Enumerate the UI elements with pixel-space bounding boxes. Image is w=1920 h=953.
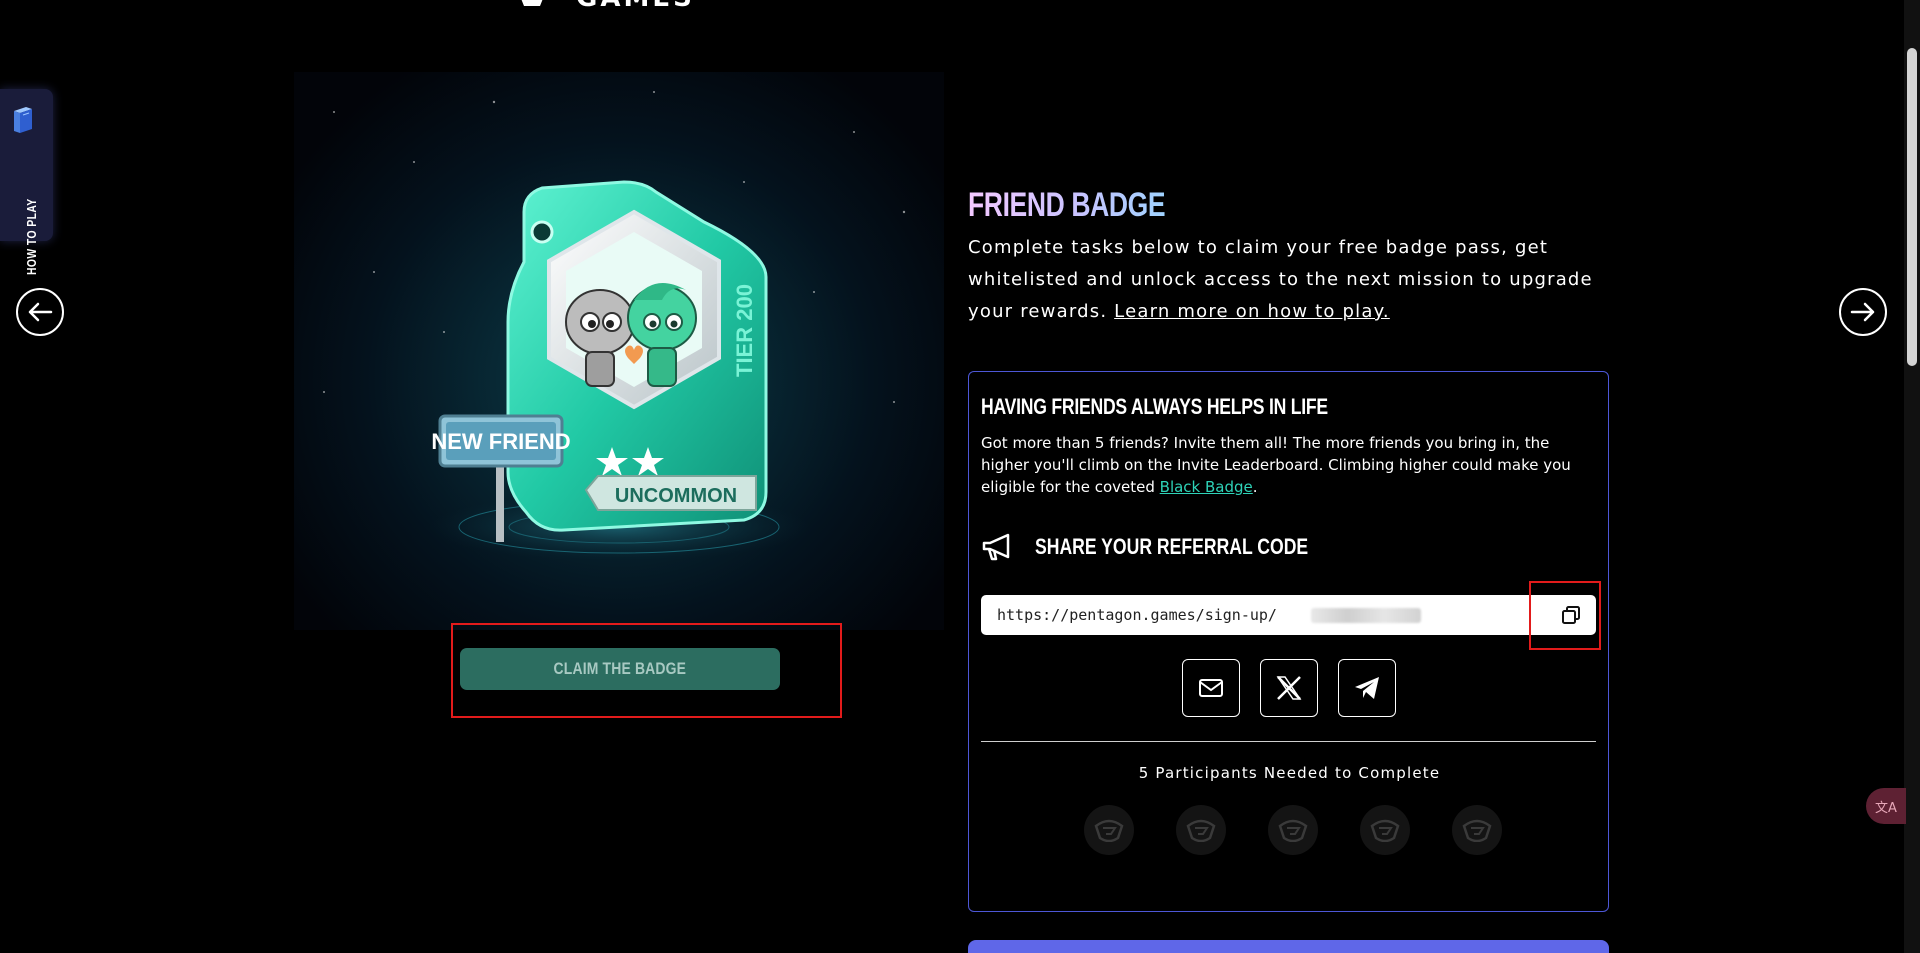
- invite-description: Got more than 5 friends? Invite them all…: [981, 432, 1591, 498]
- how-to-play-label: HOW TO PLAY: [24, 198, 39, 275]
- book-icon: [14, 107, 32, 133]
- invite-description-text: Got more than 5 friends? Invite them all…: [981, 434, 1571, 496]
- badge-title: FRIEND BADGE: [968, 186, 1166, 224]
- share-x-button[interactable]: [1260, 659, 1318, 717]
- redacted-referral-code: [1311, 608, 1421, 623]
- pentagon-logo-icon: [1370, 819, 1400, 842]
- participant-slot: [1268, 805, 1318, 855]
- participant-slot: [1452, 805, 1502, 855]
- learn-more-link[interactable]: Learn more on how to play.: [1114, 301, 1390, 322]
- share-telegram-button[interactable]: [1338, 659, 1396, 717]
- logo-wordmark: GAMES: [576, 0, 695, 13]
- invite-description-end: .: [1252, 478, 1258, 496]
- pentagon-logo-icon: [1462, 819, 1492, 842]
- translate-icon[interactable]: 文A: [1866, 788, 1906, 824]
- pentagon-logo-icon: [1278, 819, 1308, 842]
- referral-link-input[interactable]: [981, 595, 1541, 635]
- email-icon: [1199, 679, 1223, 697]
- badge-artwork: UNCOMMON TIER 200 NEW FRIEND: [294, 72, 944, 630]
- previous-badge-button[interactable]: [16, 288, 64, 336]
- sign-label: NEW FRIEND: [431, 429, 570, 454]
- share-email-button[interactable]: [1182, 659, 1240, 717]
- scrollbar-thumb[interactable]: [1907, 48, 1917, 366]
- rarity-label: UNCOMMON: [615, 485, 737, 507]
- tier-label: TIER 200: [732, 284, 757, 377]
- pentagon-logo-icon: [1094, 819, 1124, 842]
- highlight-copy: [1529, 581, 1601, 650]
- site-logo[interactable]: GAMES: [512, 0, 695, 13]
- participant-slot: [1176, 805, 1226, 855]
- invite-heading: HAVING FRIENDS ALWAYS HELPS IN LIFE: [981, 394, 1328, 419]
- participant-slot: [1360, 805, 1410, 855]
- participant-slots: [1084, 805, 1502, 855]
- referral-field: [981, 595, 1596, 635]
- next-section-bar: [968, 940, 1609, 953]
- claim-badge-label: CLAIM THE BADGE: [553, 659, 687, 678]
- claim-badge-button[interactable]: CLAIM THE BADGE: [460, 648, 780, 690]
- share-referral-header: SHARE YOUR REFERRAL CODE: [981, 532, 1376, 562]
- megaphone-icon: [982, 533, 1010, 561]
- how-to-play-tab[interactable]: HOW TO PLAY: [0, 89, 53, 275]
- divider: [981, 741, 1596, 742]
- logo-mark-icon: [521, 0, 543, 6]
- arrow-left-icon: [28, 302, 53, 322]
- invite-panel: HAVING FRIENDS ALWAYS HELPS IN LIFE Got …: [968, 371, 1609, 912]
- participants-label: 5 Participants Needed to Complete: [1138, 764, 1441, 782]
- pentagon-logo-icon: [1186, 819, 1216, 842]
- participant-slot: [1084, 805, 1134, 855]
- black-badge-link[interactable]: Black Badge: [1160, 478, 1253, 496]
- next-badge-button[interactable]: [1839, 288, 1887, 336]
- share-buttons: [1182, 659, 1396, 717]
- x-icon: [1276, 676, 1302, 700]
- share-referral-title: SHARE YOUR REFERRAL CODE: [1035, 534, 1309, 559]
- telegram-icon: [1355, 677, 1379, 699]
- badge-description: Complete tasks below to claim your free …: [968, 232, 1608, 328]
- arrow-right-icon: [1850, 302, 1875, 322]
